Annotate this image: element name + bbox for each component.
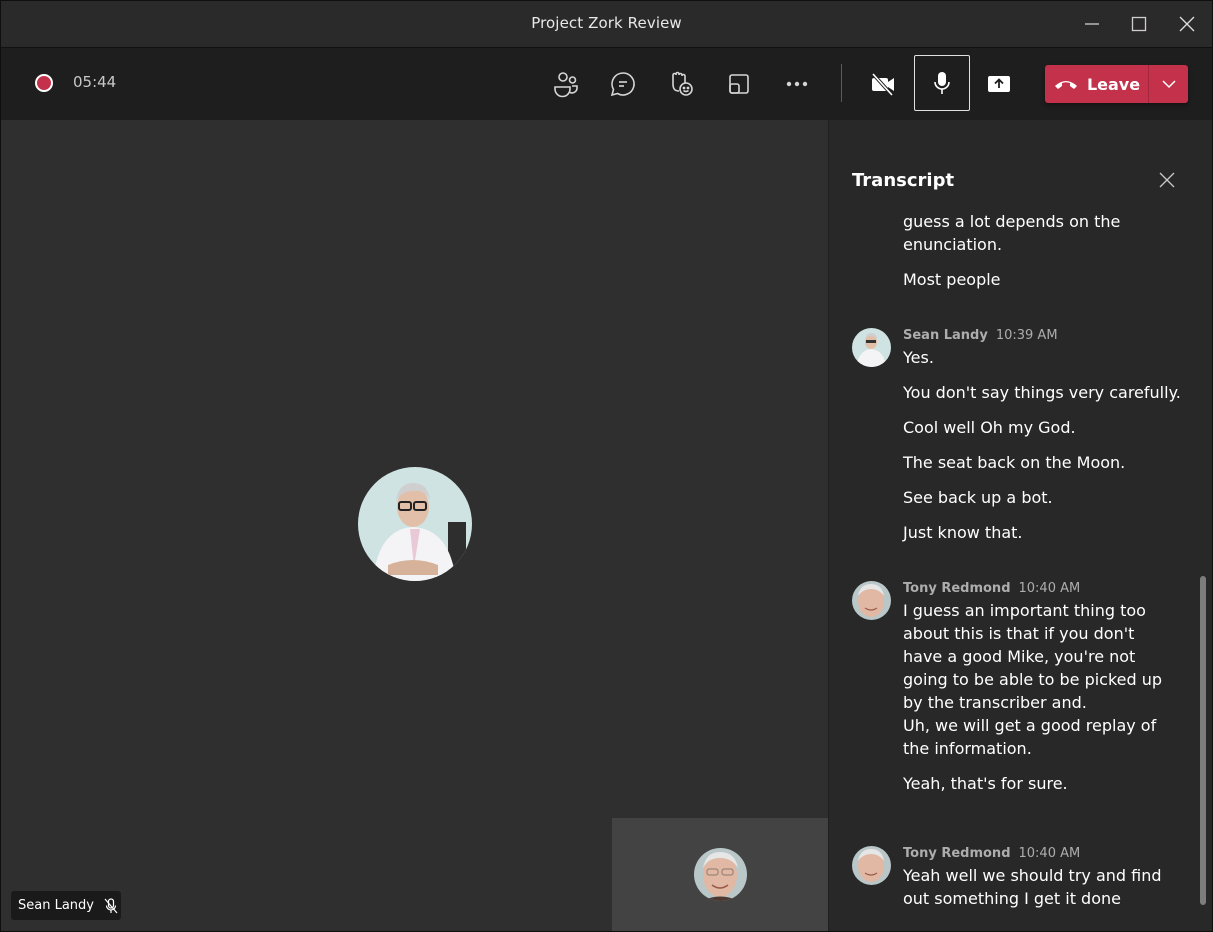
transcript-line: Just know that. (903, 523, 1023, 542)
title-bar: Project Zork Review (1, 1, 1212, 48)
transcript-panel: Transcript guess a lot depends on the en… (829, 120, 1212, 931)
avatar-photo-icon (358, 467, 472, 581)
camera-button[interactable] (865, 66, 901, 102)
transcript-line: I guess an important thing too about thi… (903, 601, 1163, 712)
speaker-name: Tony Redmond (903, 846, 1011, 861)
avatar-photo-icon (694, 848, 747, 901)
mic-icon (934, 72, 950, 94)
share-screen-icon (988, 76, 1010, 92)
transcript-line: Yeah well we should try and find out som… (903, 866, 1162, 908)
avatar (852, 581, 891, 620)
timestamp: 10:40 AM (1018, 581, 1081, 596)
timestamp: 10:40 AM (1018, 846, 1081, 861)
chat-button[interactable] (605, 66, 641, 102)
chevron-down-icon (1161, 80, 1176, 89)
view-button[interactable] (721, 66, 757, 102)
close-icon (1159, 172, 1175, 188)
leave-button[interactable]: Leave (1045, 65, 1148, 103)
maximize-button[interactable] (1116, 1, 1162, 47)
participants-button[interactable] (548, 66, 584, 102)
people-icon (554, 72, 578, 98)
more-icon (786, 81, 808, 87)
transcript-line: Yes. (903, 348, 934, 367)
leave-options-button[interactable] (1149, 65, 1188, 103)
transcript-line: You don't say things very carefully. (903, 383, 1181, 402)
transcript-line: guess a lot depends on the enunciation. (903, 212, 1121, 254)
transcript-entry-header: Tony Redmond 10:40 AM (903, 581, 1080, 596)
avatar-photo-icon (852, 328, 891, 367)
avatar-photo-icon (852, 581, 891, 620)
participant-avatar-sean-landy[interactable] (358, 467, 472, 581)
transcript-line: See back up a bot. (903, 488, 1053, 507)
transcript-scrollbar[interactable] (1200, 576, 1206, 905)
participant-avatar-tony-redmond (694, 848, 747, 901)
transcript-line: Uh, we will get a good replay of the inf… (903, 716, 1157, 758)
record-icon (35, 74, 53, 92)
minimize-icon (1085, 23, 1099, 25)
mic-button[interactable] (914, 55, 970, 111)
speaker-name: Sean Landy (903, 328, 988, 343)
video-stage: Sean Landy (1, 120, 828, 931)
minimize-button[interactable] (1069, 1, 1115, 47)
transcript-line: Most people (903, 270, 1001, 289)
maximize-icon (1131, 16, 1147, 32)
close-transcript-button[interactable] (1155, 168, 1179, 192)
close-icon (1179, 16, 1195, 32)
speaker-name: Tony Redmond (903, 581, 1011, 596)
avatar (852, 328, 891, 367)
meeting-toolbar: 05:44 Leave (1, 48, 1212, 120)
hang-up-icon (1054, 81, 1077, 89)
toolbar-divider (841, 64, 842, 102)
raise-hand-icon (672, 71, 693, 96)
leave-button-group: Leave (1045, 65, 1188, 103)
transcript-entry-header: Tony Redmond 10:40 AM (903, 846, 1080, 861)
transcript-line: The seat back on the Moon. (903, 453, 1126, 472)
meeting-timer: 05:44 (73, 73, 117, 91)
transcript-title: Transcript (852, 170, 955, 191)
close-window-button[interactable] (1164, 1, 1210, 47)
camera-off-icon (871, 72, 894, 97)
participant-name: Sean Landy (18, 898, 94, 913)
window-title: Project Zork Review (531, 14, 682, 32)
reactions-button[interactable] (663, 66, 699, 102)
timestamp: 10:39 AM (995, 328, 1058, 343)
chat-icon (610, 72, 635, 97)
transcript-list[interactable]: guess a lot depends on the enunciation. … (829, 212, 1212, 931)
leave-label: Leave (1086, 74, 1141, 94)
view-icon (729, 74, 749, 94)
transcript-line: Yeah, that's for sure. (903, 774, 1068, 793)
transcript-entry-header: Sean Landy 10:39 AM (903, 328, 1058, 343)
avatar-photo-icon (852, 846, 891, 885)
transcript-line: Cool well Oh my God. (903, 418, 1076, 437)
share-button[interactable] (981, 66, 1017, 102)
mic-off-icon (104, 897, 118, 913)
self-view-tile[interactable] (612, 818, 828, 931)
more-actions-button[interactable] (779, 66, 815, 102)
participant-name-tag: Sean Landy (11, 891, 121, 920)
avatar (852, 846, 891, 885)
